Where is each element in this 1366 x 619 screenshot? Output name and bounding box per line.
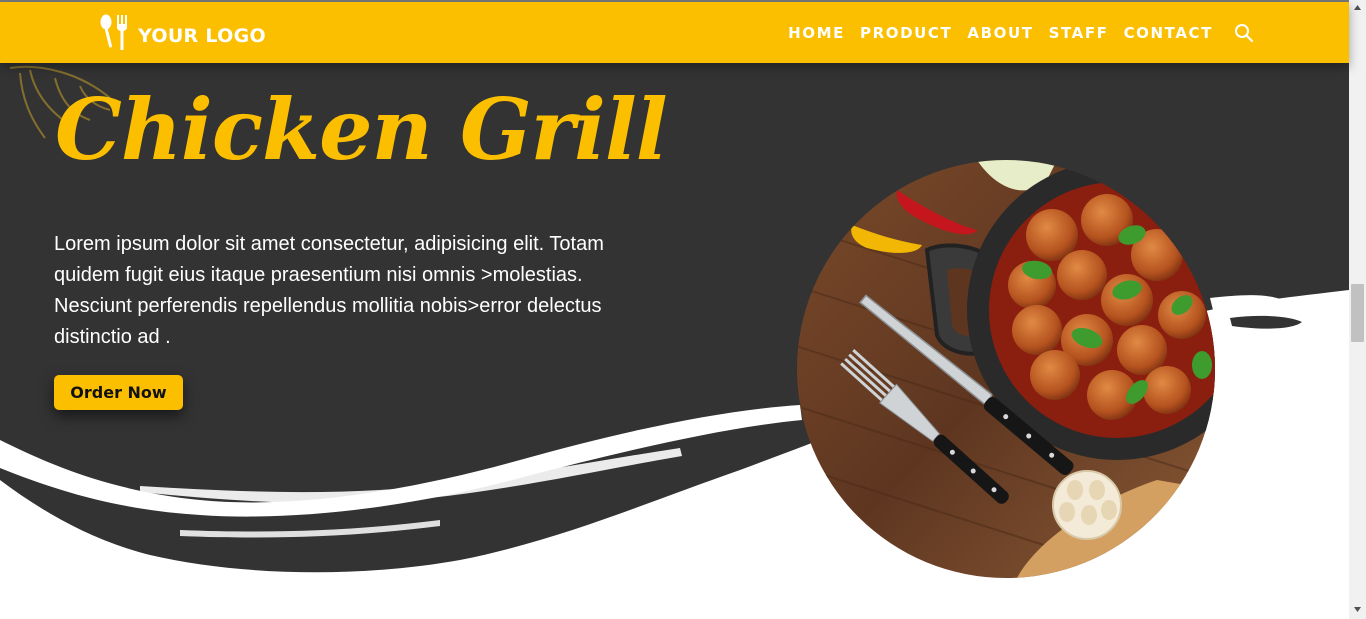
- nav-item-home[interactable]: HOME: [788, 24, 845, 42]
- scroll-up-arrow-icon[interactable]: [1353, 4, 1362, 12]
- hero-title: Chicken Grill: [55, 80, 668, 179]
- scrollbar-thumb[interactable]: [1351, 284, 1364, 342]
- page: YOUR LOGO HOME PRODUCT ABOUT STAFF CONTA…: [0, 0, 1366, 619]
- site-header: YOUR LOGO HOME PRODUCT ABOUT STAFF CONTA…: [0, 2, 1349, 63]
- order-now-button[interactable]: Order Now: [54, 375, 183, 410]
- logo[interactable]: YOUR LOGO: [98, 14, 266, 52]
- search-icon[interactable]: [1234, 23, 1254, 43]
- nav-item-staff[interactable]: STAFF: [1049, 24, 1109, 42]
- scroll-down-arrow-icon[interactable]: [1353, 605, 1362, 613]
- hero-description: Lorem ipsum dolor sit amet consectetur, …: [54, 233, 604, 348]
- spoon-fork-icon: [100, 14, 127, 50]
- logo-text: YOUR LOGO: [138, 25, 266, 47]
- nav-item-about[interactable]: ABOUT: [967, 24, 1033, 42]
- main-nav: HOME PRODUCT ABOUT STAFF CONTACT: [788, 2, 1254, 63]
- nav-item-contact[interactable]: CONTACT: [1124, 24, 1213, 42]
- nav-item-product[interactable]: PRODUCT: [860, 24, 952, 42]
- food-image: [797, 160, 1215, 578]
- page-scrollbar[interactable]: [1349, 0, 1366, 619]
- meatballs-skillet-photo: [797, 160, 1215, 578]
